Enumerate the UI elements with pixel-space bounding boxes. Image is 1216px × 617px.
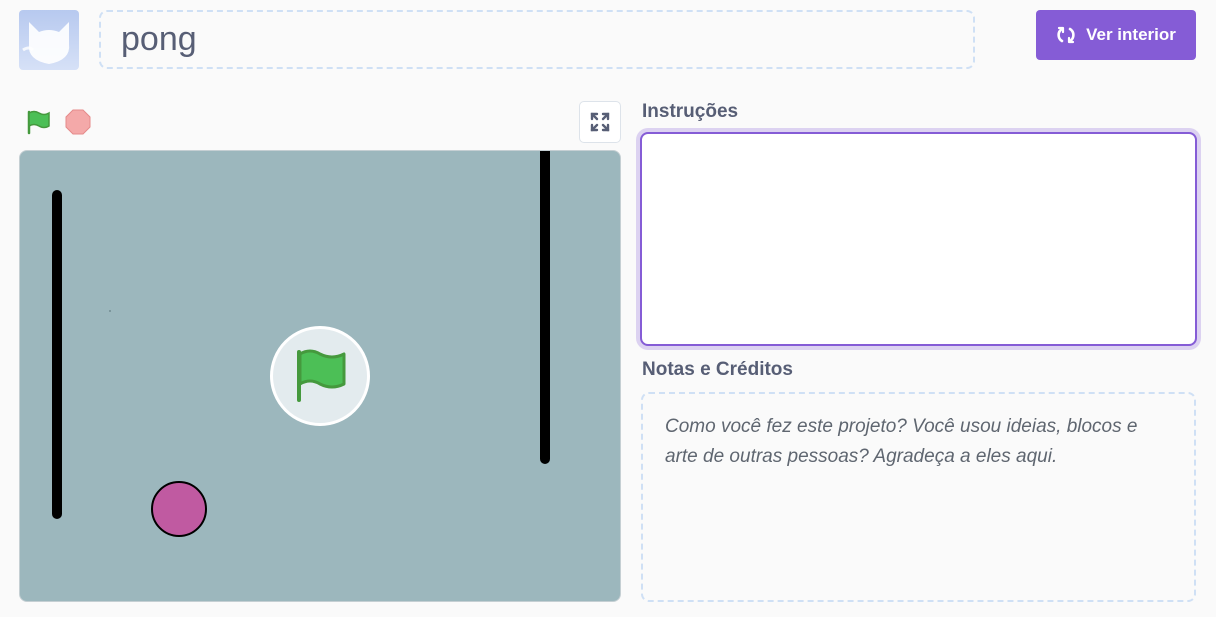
notes-textarea[interactable]: Como você fez este projeto? Você usou id… [641,392,1196,602]
scratch-cat-icon [22,22,70,64]
notes-heading: Notas e Créditos [642,359,793,380]
see-inside-label: Ver interior [1086,25,1176,44]
left-paddle-sprite [52,190,62,519]
fullscreen-button[interactable] [579,101,621,143]
project-title-text: pong [121,20,197,58]
stage[interactable] [19,150,621,602]
green-flag-overlay-button[interactable] [270,326,370,426]
notes-placeholder: Como você fez este projeto? Você usou id… [665,416,1138,467]
right-paddle-sprite [540,151,550,464]
green-flag-icon [27,110,50,135]
fullscreen-icon [590,112,610,132]
stage-dot [109,310,111,312]
instructions-heading: Instruções [642,101,739,122]
stop-icon [65,109,91,135]
green-flag-button[interactable] [24,108,52,136]
ball-sprite [151,481,207,537]
instructions-textarea[interactable] [640,132,1197,346]
project-title-input[interactable]: pong [99,10,975,69]
stop-button[interactable] [64,108,92,136]
green-flag-icon [297,349,346,402]
project-author-avatar[interactable] [19,10,79,70]
see-inside-button[interactable]: Ver interior [1036,10,1196,60]
remix-icon [1057,26,1075,44]
